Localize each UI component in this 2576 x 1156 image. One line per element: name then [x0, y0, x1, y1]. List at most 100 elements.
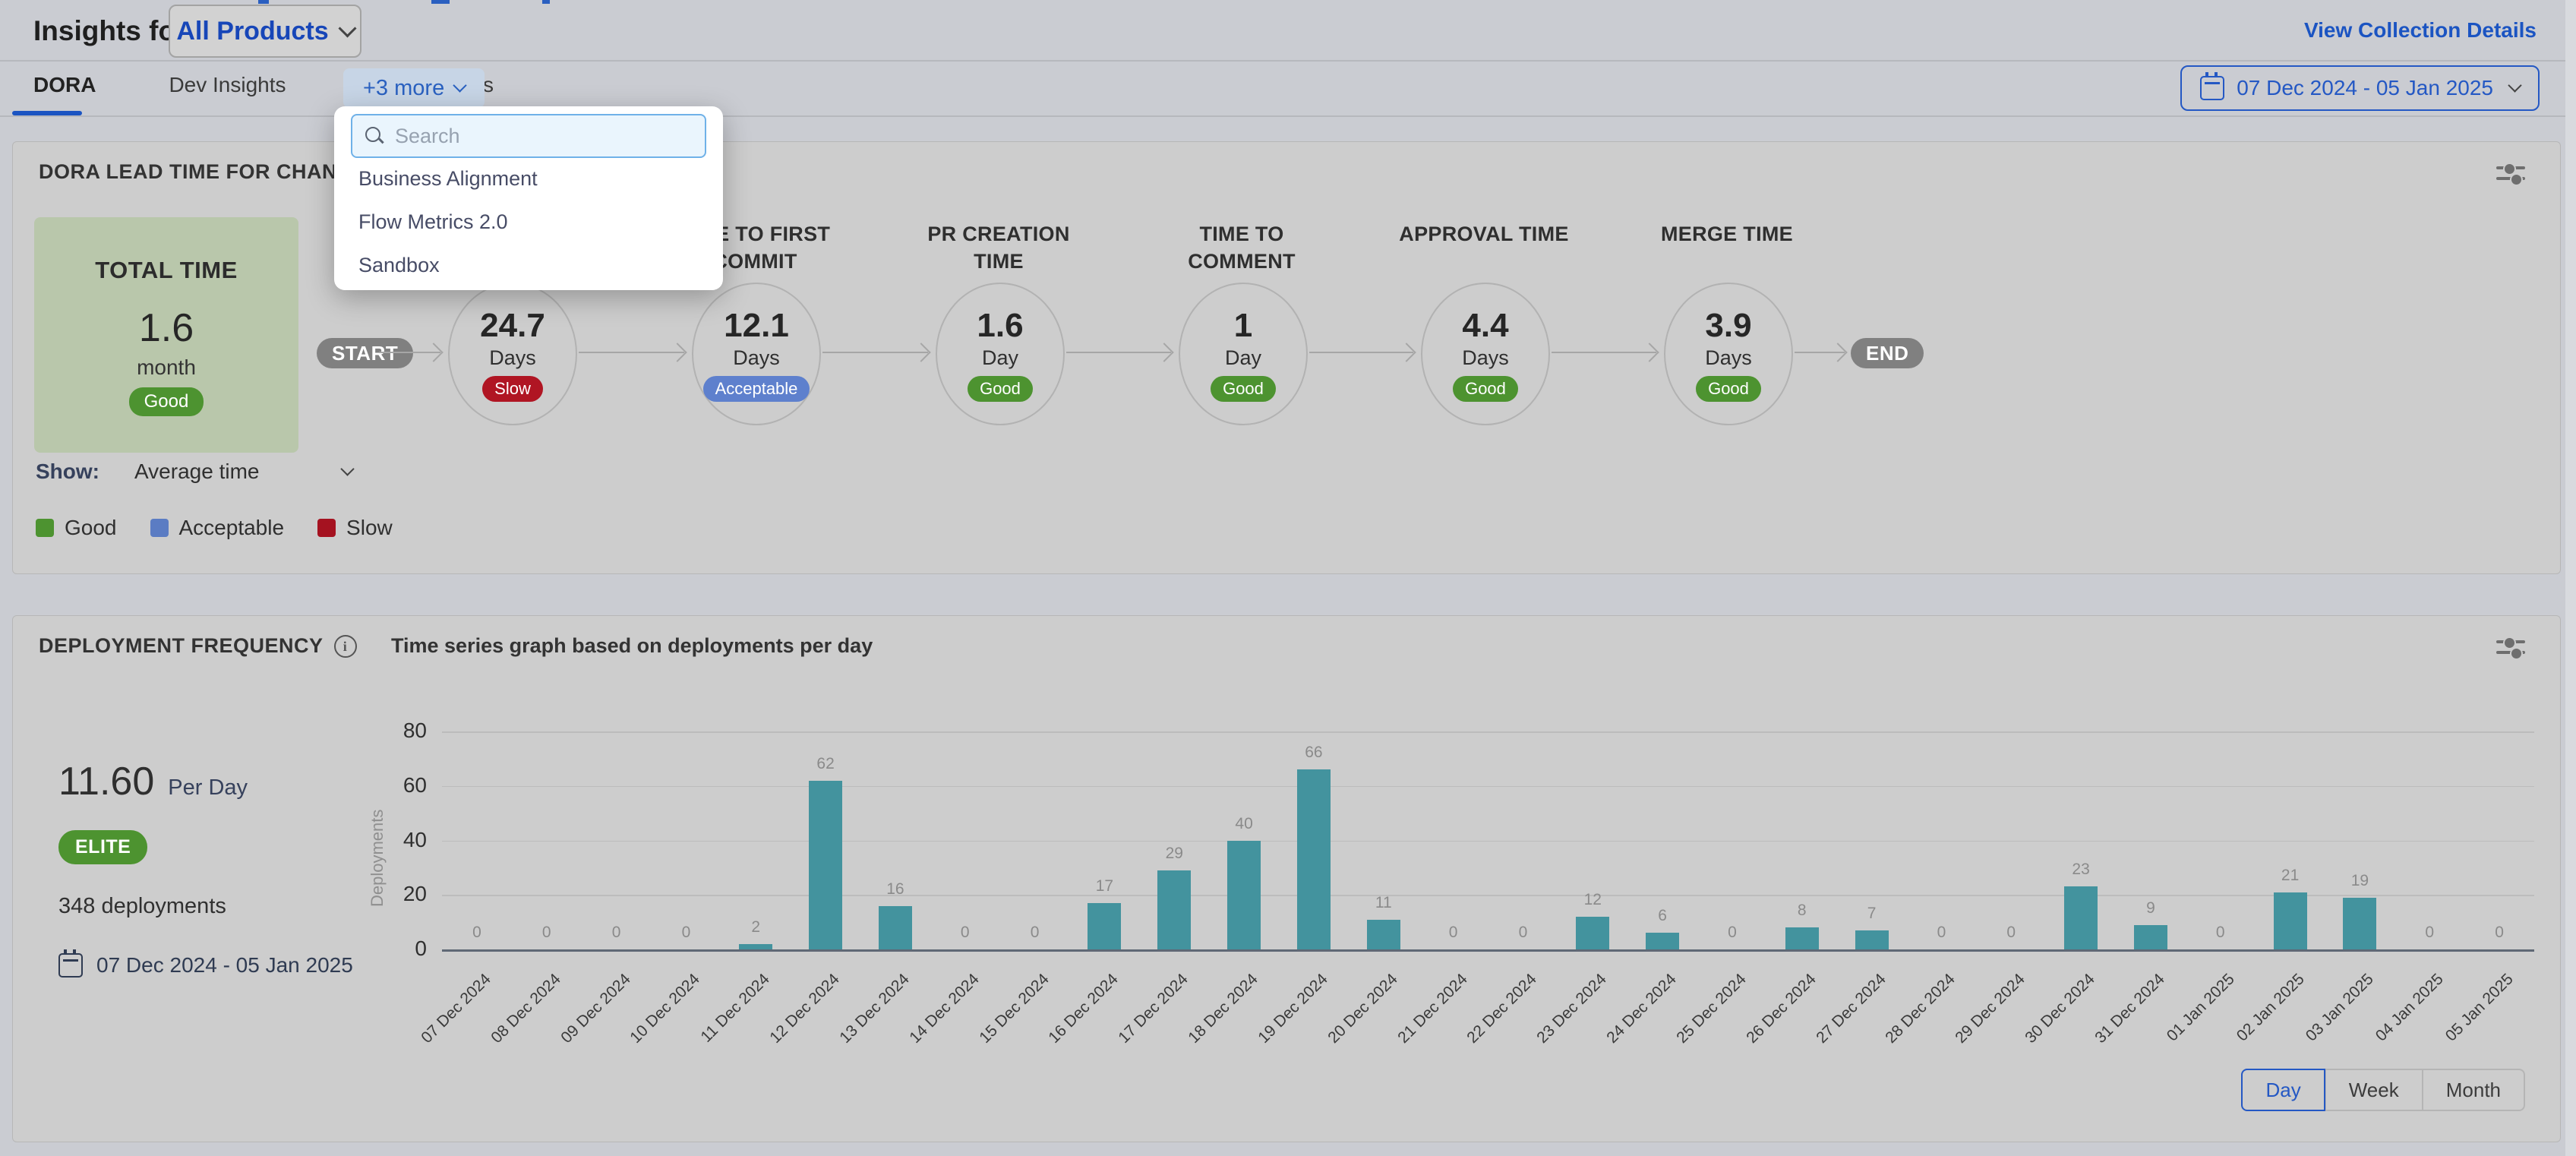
x-axis-label: 29 Dec 2024	[1893, 971, 2029, 1107]
bar-value-label: 23	[2047, 861, 2115, 879]
x-axis-label: 26 Dec 2024	[1684, 971, 1820, 1107]
bar-value-label: 40	[1210, 815, 1278, 833]
stage-unit: Days	[489, 346, 536, 370]
bar-value-label: 0	[513, 924, 581, 942]
pipeline-arrow	[1795, 352, 1845, 353]
stage-unit: Days	[733, 346, 780, 370]
calendar-icon	[2200, 76, 2224, 100]
collection-selector-button[interactable]: All Products	[169, 5, 361, 58]
bar-value-label: 6	[1628, 907, 1697, 925]
stage-label: TIME TO COMMENT	[1143, 220, 1340, 275]
bar	[1297, 769, 1331, 949]
stage-rating-badge: Good	[1211, 376, 1276, 402]
dropdown-item-flow-metrics-2-0[interactable]: Flow Metrics 2.0	[358, 210, 699, 241]
bar-value-label: 21	[2256, 867, 2325, 885]
view-collection-details-link[interactable]: View Collection Details	[2304, 18, 2537, 43]
x-axis-label: 11 Dec 2024	[637, 971, 774, 1107]
x-axis-label: 19 Dec 2024	[1195, 971, 1332, 1107]
bar-value-label: 11	[1350, 894, 1418, 912]
chevron-down-icon	[2508, 78, 2521, 92]
top-cutoff-fragment	[258, 0, 269, 4]
stage-unit: Day	[982, 346, 1018, 370]
page: Insights for All Products View Collectio…	[0, 0, 2576, 1156]
stage-label: APPROVAL TIME	[1385, 220, 1583, 248]
pipeline-start-node: START	[317, 338, 413, 368]
x-axis-label: 01 Jan 2025	[2102, 971, 2239, 1107]
x-axis-label: 13 Dec 2024	[777, 971, 914, 1107]
y-axis-tick: 80	[366, 719, 427, 743]
stage-rating-badge: Good	[1696, 376, 1761, 402]
y-axis-tick: 0	[366, 936, 427, 961]
gridline	[442, 731, 2534, 733]
x-axis-label: 22 Dec 2024	[1404, 971, 1541, 1107]
x-axis-label: 10 Dec 2024	[567, 971, 704, 1107]
stage-node: 3.9DaysGood	[1664, 283, 1793, 425]
x-axis-label: 20 Dec 2024	[1265, 971, 1402, 1107]
bar	[2134, 925, 2167, 949]
pipeline-arrow	[1309, 352, 1413, 353]
bar	[2343, 898, 2376, 949]
pipeline-arrow	[379, 352, 440, 353]
bar	[1785, 927, 1819, 949]
x-axis-label: 21 Dec 2024	[1334, 971, 1471, 1107]
dropdown-item-sandbox[interactable]: Sandbox	[358, 254, 699, 284]
y-axis-title: Deployments	[368, 785, 387, 907]
stage-value: 3.9	[1705, 307, 1751, 345]
bar-value-label: 0	[1977, 924, 2045, 942]
bar-value-label: 0	[2186, 924, 2255, 942]
chevron-down-icon	[338, 19, 356, 37]
more-tabs-button[interactable]: +3 more	[343, 68, 485, 108]
bar	[2064, 886, 2098, 949]
bar	[1367, 920, 1400, 949]
bar-value-label: 0	[931, 924, 999, 942]
stage-value: 1	[1234, 307, 1252, 345]
tab-dev-insights[interactable]: Dev Insights	[169, 73, 286, 97]
bar	[879, 906, 912, 949]
bar-value-label: 0	[443, 924, 511, 942]
bar	[2274, 892, 2307, 949]
gridline	[442, 786, 2534, 788]
bar-value-label: 17	[1070, 877, 1138, 895]
x-axis-label: 15 Dec 2024	[916, 971, 1053, 1107]
search-input[interactable]	[393, 124, 693, 149]
stage-label: PR CREATION TIME	[900, 220, 1097, 275]
bar-value-label: 0	[1698, 924, 1766, 942]
date-range-picker[interactable]: 07 Dec 2024 - 05 Jan 2025	[2180, 65, 2540, 111]
tab-dora[interactable]: DORA	[33, 73, 96, 97]
bar-value-label: 0	[1907, 924, 1975, 942]
dropdown-search-box[interactable]	[351, 114, 706, 158]
bar-value-label: 12	[1558, 891, 1627, 909]
pipeline-arrow	[822, 352, 928, 353]
dropdown-item-business-alignment[interactable]: Business Alignment	[358, 167, 699, 197]
bar	[809, 781, 842, 949]
bar	[1157, 870, 1191, 949]
bar	[1576, 917, 1609, 949]
bar-value-label: 16	[861, 880, 930, 899]
more-tabs-label: +3 more	[363, 76, 444, 101]
bar-value-label: 0	[2395, 924, 2464, 942]
collection-selector-label: All Products	[176, 17, 328, 46]
granularity-day-button[interactable]: Day	[2241, 1069, 2325, 1111]
granularity-month-button[interactable]: Month	[2423, 1069, 2525, 1111]
stage-label: MERGE TIME	[1628, 220, 1826, 248]
top-cutoff-fragment	[431, 0, 450, 4]
scrollbar[interactable]	[2565, 0, 2576, 1156]
bar	[1227, 841, 1261, 950]
more-tabs-dropdown: Business Alignment Flow Metrics 2.0 Sandbo…	[334, 106, 723, 290]
search-icon	[365, 126, 384, 146]
x-axis-label: 07 Dec 2024	[358, 971, 495, 1107]
bar-value-label: 7	[1838, 905, 1906, 923]
bar	[1646, 933, 1679, 949]
bar-value-label: 0	[582, 924, 651, 942]
granularity-toggle: DayWeekMonth	[2241, 1069, 2525, 1111]
pipeline-arrow	[1552, 352, 1656, 353]
x-axis-label: 27 Dec 2024	[1753, 971, 1889, 1107]
bar-value-label: 0	[1001, 924, 1069, 942]
x-axis-line	[442, 949, 2534, 952]
x-axis-label: 18 Dec 2024	[1125, 971, 1262, 1107]
granularity-week-button[interactable]: Week	[2325, 1069, 2423, 1111]
page-title: Insights for	[33, 15, 186, 47]
stage-value: 1.6	[977, 307, 1023, 345]
stage-node: 24.7DaysSlow	[448, 283, 577, 425]
x-axis-label: 14 Dec 2024	[847, 971, 983, 1107]
